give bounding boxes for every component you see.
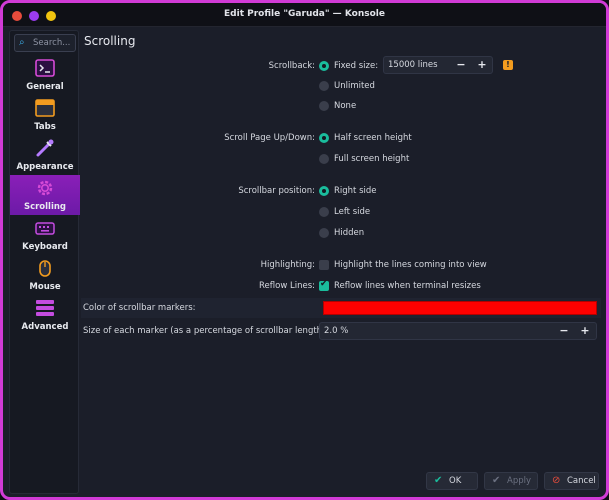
terminal-icon: [35, 59, 55, 77]
sidebar-item-label: Mouse: [29, 282, 61, 292]
sidebar-item-label: Scrolling: [23, 202, 67, 212]
marker-size-label: Size of each marker (as a percentage of …: [83, 326, 329, 336]
reflow-option-label: Reflow lines when terminal resizes: [334, 281, 481, 291]
sidebar-item-scrolling[interactable]: Scrolling: [10, 175, 80, 215]
marker-size-increase-button[interactable]: +: [575, 323, 595, 339]
cancel-icon: ⊘: [552, 475, 561, 486]
marker-size-input[interactable]: [324, 326, 524, 336]
scrollbar-right-label: Right side: [334, 186, 377, 196]
reflow-checkbox[interactable]: [319, 279, 329, 291]
highlighting-checkbox[interactable]: [319, 260, 329, 270]
mouse-icon: [39, 260, 51, 277]
ok-button-label: OK: [449, 476, 462, 486]
search-icon: ⌕: [19, 37, 25, 48]
sidebar-item-general[interactable]: General: [10, 55, 80, 95]
check-icon: ✔: [434, 475, 443, 486]
scrollbar-right-radio[interactable]: [319, 186, 329, 196]
scroll-page-full-radio[interactable]: [319, 154, 329, 164]
sidebar-item-appearance[interactable]: Appearance: [10, 135, 80, 175]
scrollbar-left-label: Left side: [334, 207, 371, 217]
scrollback-label: Scrollback:: [268, 61, 315, 71]
scrollback-decrease-button[interactable]: −: [451, 57, 471, 73]
marker-size-spinbox[interactable]: − +: [319, 322, 597, 340]
cancel-button-label: Cancel: [567, 476, 596, 486]
warning-icon[interactable]: !: [503, 60, 513, 70]
scroll-page-half-label: Half screen height: [334, 133, 412, 143]
marker-color-button[interactable]: [323, 301, 597, 315]
scroll-page-label: Scroll Page Up/Down:: [224, 133, 315, 143]
apply-button-label: Apply: [507, 476, 531, 486]
title-bar: Edit Profile "Garuda" — Konsole: [3, 3, 606, 27]
scrollback-none-radio[interactable]: [319, 101, 329, 111]
scrollback-fixed-radio[interactable]: [319, 61, 329, 71]
page-title: Scrolling: [84, 34, 136, 48]
scrollback-size-spinbox[interactable]: − +: [383, 56, 493, 74]
scrollbar-left-radio[interactable]: [319, 207, 329, 217]
sidebar-item-label: Keyboard: [22, 242, 68, 252]
sidebar: ⌕ General Tabs Appearance: [9, 30, 80, 494]
scrollbar-hidden-radio[interactable]: [319, 228, 329, 238]
check-icon: ✔: [492, 475, 501, 486]
ok-button[interactable]: ✔ OK: [426, 472, 478, 490]
scrollback-fixed-label: Fixed size:: [334, 61, 379, 71]
search-input[interactable]: [33, 37, 73, 49]
gear-icon: [37, 180, 53, 196]
window-title: Edit Profile "Garuda" — Konsole: [224, 9, 385, 19]
color-picker-icon: [36, 139, 54, 157]
sidebar-item-label: Tabs: [34, 122, 56, 132]
apply-button[interactable]: ✔ Apply: [484, 472, 538, 490]
scrollback-unlimited-label: Unlimited: [334, 81, 375, 91]
scrollback-unlimited-radio[interactable]: [319, 81, 329, 91]
tabs-icon: [35, 99, 55, 117]
scrollback-size-input[interactable]: [388, 60, 448, 70]
highlighting-label: Highlighting:: [260, 260, 315, 270]
marker-size-decrease-button[interactable]: −: [554, 323, 574, 339]
scroll-page-half-radio[interactable]: [319, 133, 329, 143]
scrollback-increase-button[interactable]: +: [472, 57, 492, 73]
marker-color-label: Color of scrollbar markers:: [83, 303, 196, 313]
sidebar-item-label: Advanced: [21, 322, 69, 332]
konsole-window: Edit Profile "Garuda" — Konsole ⌕ Genera…: [0, 0, 609, 500]
sidebar-search[interactable]: ⌕: [14, 34, 76, 52]
highlighting-option-label: Highlight the lines coming into view: [334, 260, 487, 270]
scrollbar-position-label: Scrollbar position:: [238, 186, 315, 196]
sidebar-item-advanced[interactable]: Advanced: [10, 295, 80, 335]
cancel-button[interactable]: ⊘ Cancel: [544, 472, 599, 490]
reflow-label: Reflow Lines:: [259, 281, 315, 291]
scrollbar-hidden-label: Hidden: [334, 228, 365, 238]
sidebar-item-tabs[interactable]: Tabs: [10, 95, 80, 135]
sidebar-item-keyboard[interactable]: Keyboard: [10, 215, 80, 255]
scroll-page-full-label: Full screen height: [334, 154, 410, 164]
sidebar-item-mouse[interactable]: Mouse: [10, 255, 80, 295]
sidebar-item-label: General: [26, 82, 64, 92]
scrollback-none-label: None: [334, 101, 357, 111]
sidebar-item-label: Appearance: [16, 162, 74, 172]
advanced-icon: [36, 300, 54, 316]
keyboard-icon: [35, 222, 55, 235]
